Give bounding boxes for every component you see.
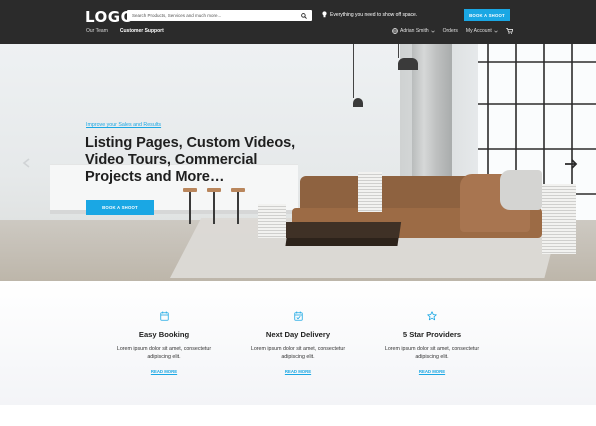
calendar-check-icon xyxy=(293,311,303,321)
user-name: Adrian Smith xyxy=(400,28,429,34)
read-more-link[interactable]: READ MORE xyxy=(104,369,224,374)
book-stack xyxy=(258,204,286,238)
calendar-icon xyxy=(159,311,169,321)
globe-icon xyxy=(392,28,398,34)
carousel-prev-icon[interactable] xyxy=(22,158,32,168)
my-account-label: My Account xyxy=(465,28,492,34)
promo-text: Everything you need to show off space. xyxy=(330,11,418,18)
search-button[interactable] xyxy=(295,10,312,21)
book-stack xyxy=(542,184,576,254)
throw-blanket xyxy=(500,170,542,210)
features-section: Easy Booking Lorem ipsum dolor sit amet,… xyxy=(0,281,596,405)
feature-next-day-delivery: Next Day Delivery Lorem ipsum dolor sit … xyxy=(238,311,358,374)
feature-easy-booking: Easy Booking Lorem ipsum dolor sit amet,… xyxy=(104,311,224,374)
user-menu[interactable]: Adrian Smith xyxy=(392,28,435,34)
feature-description: Lorem ipsum dolor sit amet, consectetur … xyxy=(384,346,480,360)
orders-link[interactable]: Orders xyxy=(443,28,458,34)
secondary-nav: Our Team Customer Support xyxy=(86,28,164,34)
account-nav: Adrian Smith Orders My Account xyxy=(392,28,513,34)
feature-5-star-providers: 5 Star Providers Lorem ipsum dolor sit a… xyxy=(372,311,492,374)
feature-title: Next Day Delivery xyxy=(265,330,331,339)
lightbulb-icon xyxy=(322,11,327,18)
read-more-link[interactable]: READ MORE xyxy=(238,369,358,374)
search-icon xyxy=(300,12,307,19)
bar-stool xyxy=(207,188,221,226)
book-shoot-header-button[interactable]: BOOK A SHOOT xyxy=(464,9,510,21)
feature-description: Lorem ipsum dolor sit amet, consectetur … xyxy=(250,346,346,360)
nav-our-team[interactable]: Our Team xyxy=(86,28,108,34)
top-header: LOGO Everything you need to show off spa… xyxy=(0,0,596,44)
my-account-menu[interactable]: My Account xyxy=(466,28,498,34)
star-icon xyxy=(427,311,437,321)
bar-stool xyxy=(183,188,197,226)
search-bar xyxy=(127,10,312,21)
feature-title: Easy Booking xyxy=(138,330,190,339)
hero-banner: Improve your Sales and Results Listing P… xyxy=(0,44,596,281)
search-input[interactable] xyxy=(127,10,295,21)
feature-title: 5 Star Providers xyxy=(402,330,462,339)
cart-button[interactable] xyxy=(506,28,513,34)
read-more-link[interactable]: READ MORE xyxy=(372,369,492,374)
page-bottom-spacer xyxy=(0,405,596,426)
hero-headline: Listing Pages, Custom Videos, Video Tour… xyxy=(85,135,296,185)
chevron-down-icon xyxy=(494,30,498,33)
cart-icon xyxy=(506,28,513,34)
book-stack xyxy=(358,172,382,212)
hero-eyebrow-link[interactable]: Improve your Sales and Results xyxy=(86,122,161,128)
nav-customer-support[interactable]: Customer Support xyxy=(120,28,164,34)
feature-description: Lorem ipsum dolor sit amet, consectetur … xyxy=(116,346,212,360)
chevron-down-icon xyxy=(430,30,435,33)
carousel-next-icon[interactable] xyxy=(564,157,578,171)
book-shoot-hero-button[interactable]: BOOK A SHOOT xyxy=(86,200,154,215)
coffee-table xyxy=(278,222,402,238)
bar-stool xyxy=(231,188,245,226)
promo-message: Everything you need to show off space. xyxy=(322,11,417,18)
